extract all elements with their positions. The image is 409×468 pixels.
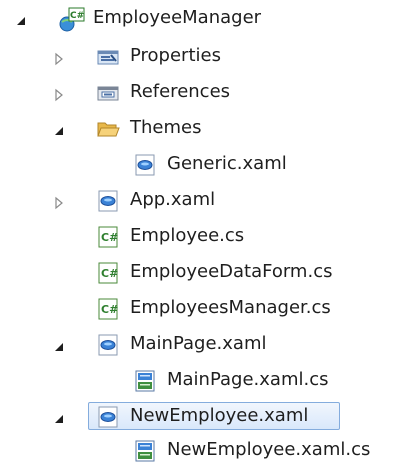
folder-open-icon [96, 117, 120, 141]
tree-node-themes[interactable]: Themes [0, 112, 409, 146]
node-label[interactable]: App.xaml [127, 187, 218, 213]
tree-node-mainpage-xaml[interactable]: MainPage.xaml [0, 328, 409, 362]
collapsed-triangle-icon[interactable] [52, 86, 66, 102]
csharp-file-icon: C# [96, 297, 120, 321]
tree-node-mainpage-xaml-cs[interactable]: MainPage.xaml.cs [0, 364, 409, 398]
tree-node-properties[interactable]: Properties [0, 40, 409, 74]
node-label[interactable]: EmployeeManager [90, 5, 264, 31]
node-label[interactable]: EmployeeDataForm.cs [127, 259, 335, 285]
xaml-file-icon [96, 333, 120, 357]
code-behind-file-icon [133, 439, 157, 463]
tree-node-newemployee-xaml[interactable]: NewEmployee.xaml [0, 400, 409, 434]
tree-node-newemployee-xaml-cs[interactable]: NewEmployee.xaml.cs [0, 434, 409, 468]
csharp-project-icon: C# [58, 5, 86, 33]
collapsed-triangle-icon[interactable] [52, 50, 66, 66]
svg-text:C#: C# [101, 303, 118, 316]
node-label[interactable]: MainPage.xaml [127, 331, 270, 357]
xaml-file-icon [133, 153, 157, 177]
node-label[interactable]: Themes [127, 115, 204, 141]
tree-node-employeedataform-cs[interactable]: C# EmployeeDataForm.cs [0, 256, 409, 290]
expanded-triangle-icon[interactable] [14, 12, 28, 26]
node-label[interactable]: Employee.cs [127, 223, 247, 249]
node-label[interactable]: Properties [127, 43, 224, 69]
expanded-triangle-icon[interactable] [52, 122, 66, 136]
code-behind-file-icon [133, 369, 157, 393]
svg-text:C#: C# [70, 11, 84, 21]
node-label[interactable]: References [127, 79, 233, 105]
node-label[interactable]: MainPage.xaml.cs [164, 367, 331, 393]
svg-text:C#: C# [101, 267, 118, 280]
svg-text:C#: C# [101, 231, 118, 244]
expanded-triangle-icon[interactable] [52, 410, 66, 424]
tree-node-employeesmanager-cs[interactable]: C# EmployeesManager.cs [0, 292, 409, 326]
solution-explorer-tree: C# EmployeeManager Properties References… [0, 0, 409, 468]
properties-folder-icon [96, 45, 120, 69]
xaml-file-icon [96, 189, 120, 213]
csharp-file-icon: C# [96, 225, 120, 249]
tree-node-generic-xaml[interactable]: Generic.xaml [0, 148, 409, 182]
tree-node-references[interactable]: References [0, 76, 409, 110]
expanded-triangle-icon[interactable] [52, 338, 66, 352]
node-label[interactable]: NewEmployee.xaml.cs [164, 437, 373, 463]
tree-node-employeemanager[interactable]: C# EmployeeManager [0, 2, 409, 36]
node-label[interactable]: NewEmployee.xaml [127, 403, 311, 429]
csharp-file-icon: C# [96, 261, 120, 285]
references-folder-icon [96, 81, 120, 105]
node-label[interactable]: Generic.xaml [164, 151, 290, 177]
xaml-file-icon [96, 405, 120, 429]
tree-node-employee-cs[interactable]: C# Employee.cs [0, 220, 409, 254]
collapsed-triangle-icon[interactable] [52, 194, 66, 210]
tree-node-app-xaml[interactable]: App.xaml [0, 184, 409, 218]
node-label[interactable]: EmployeesManager.cs [127, 295, 334, 321]
